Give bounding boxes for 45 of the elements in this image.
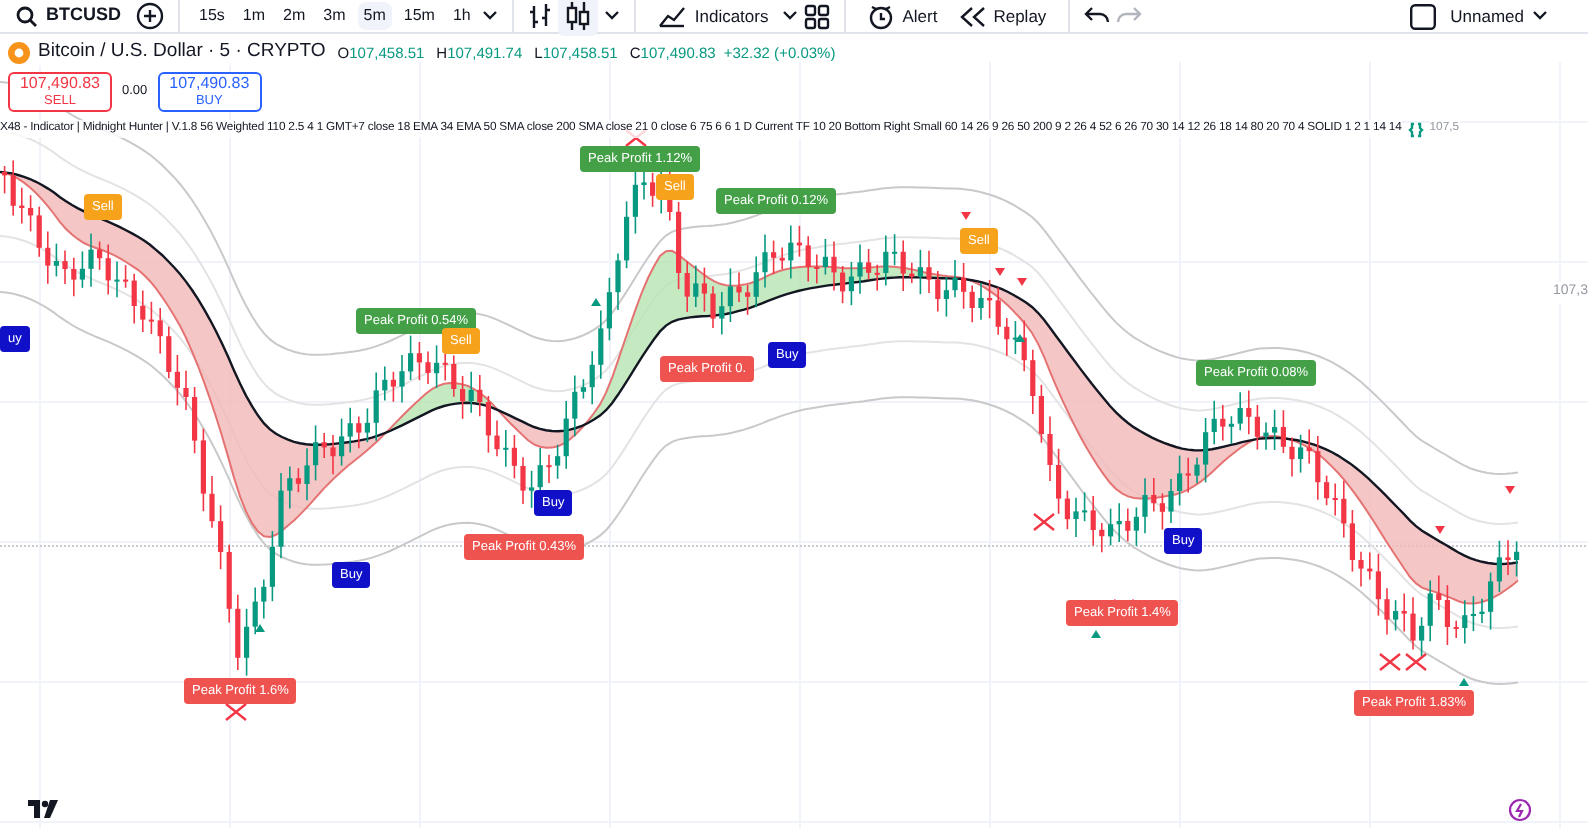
interval-button[interactable]: 3m <box>317 2 352 30</box>
symbol-search[interactable]: BTCUSD <box>8 1 129 31</box>
up-triangle-marker <box>1015 334 1025 342</box>
cross-marker <box>1378 652 1402 672</box>
settings-braces-icon[interactable] <box>1407 121 1424 138</box>
indicators-button[interactable]: Indicators <box>650 1 777 31</box>
replay-button[interactable]: Replay <box>951 1 1055 31</box>
alert-button[interactable]: Alert <box>860 1 946 31</box>
lightning-icon[interactable] <box>1506 798 1532 824</box>
checkbox-icon[interactable] <box>1410 3 1437 29</box>
caret-icon[interactable] <box>604 10 621 22</box>
interval-button[interactable]: 15m <box>397 2 441 30</box>
up-triangle-marker <box>1091 630 1101 638</box>
layout-grid-icon[interactable] <box>804 3 831 29</box>
interval-button[interactable]: 2m <box>277 2 312 30</box>
bar-chart-icon[interactable] <box>528 2 553 30</box>
down-triangle-marker <box>1505 486 1515 494</box>
undo-icon[interactable] <box>1084 6 1111 26</box>
down-triangle-marker <box>995 268 1005 276</box>
cross-marker <box>1404 652 1428 672</box>
up-triangle-marker <box>591 298 601 306</box>
cross-marker <box>1032 512 1056 532</box>
symbol-title: Bitcoin / U.S. Dollar · 5 · CRYPTO <box>38 38 326 67</box>
interval-button[interactable]: 1h <box>446 2 477 30</box>
line-chart-icon[interactable] <box>658 4 687 28</box>
interval-button[interactable]: 5m <box>357 2 392 30</box>
interval-button[interactable]: 15s <box>193 2 231 30</box>
caret-icon[interactable] <box>782 10 799 22</box>
alarm-clock-icon[interactable] <box>868 3 895 29</box>
down-triangle-marker <box>961 212 971 220</box>
caret-icon[interactable] <box>1532 10 1548 22</box>
interval-button[interactable]: 1m <box>236 2 272 30</box>
bitcoin-logo-icon <box>8 41 30 64</box>
down-triangle-marker <box>1435 526 1445 534</box>
caret-icon[interactable] <box>482 10 499 22</box>
candles-icon[interactable] <box>558 0 599 36</box>
up-triangle-marker <box>1459 678 1469 686</box>
add-icon[interactable] <box>135 2 163 30</box>
rewind-icon[interactable] <box>959 5 986 27</box>
up-triangle-marker <box>255 624 265 632</box>
search-icon[interactable] <box>16 5 38 27</box>
tradingview-logo-icon[interactable] <box>28 800 58 818</box>
down-triangle-marker <box>1017 278 1027 286</box>
cross-marker <box>224 702 248 722</box>
layout-name-button[interactable]: Unnamed <box>1442 1 1556 31</box>
